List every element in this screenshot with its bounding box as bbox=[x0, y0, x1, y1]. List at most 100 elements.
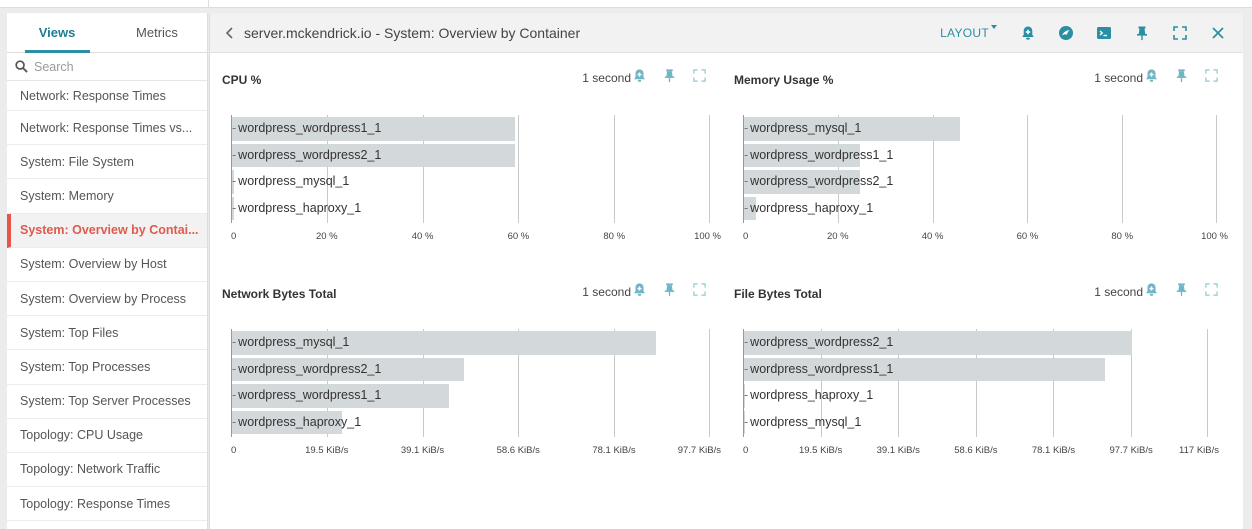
plot-area: 0 19.5 KiB/s 39.1 KiB/s 58.6 KiB/s 78.1 KiB/… bbox=[231, 329, 721, 456]
sidebar-item-system-top-processes[interactable]: System: Top Processes bbox=[7, 350, 207, 385]
x-tick-label: 97.7 KiB/s bbox=[1109, 445, 1153, 456]
grid-line bbox=[709, 115, 710, 223]
chart-title: CPU % bbox=[222, 73, 262, 87]
chart-fullscreen-icon[interactable] bbox=[1204, 68, 1219, 83]
chart-fullscreen-icon[interactable] bbox=[1204, 282, 1219, 297]
grid-line bbox=[709, 329, 710, 437]
sidebar-item-topology-network-traffic[interactable]: Topology: Network Traffic bbox=[7, 453, 207, 488]
plot-area: 0 20 % 40 % 60 % 80 % 100 % wordpress_wordpres… bbox=[231, 115, 721, 242]
sidebar-item-system-file-system[interactable]: System: File System bbox=[7, 145, 207, 180]
fullscreen-icon[interactable] bbox=[1172, 25, 1188, 41]
sidebar-item-topology-response-times[interactable]: Topology: Response Times bbox=[7, 487, 207, 522]
x-tick-label: 60 % bbox=[1016, 231, 1039, 242]
x-tick-label: 100 % bbox=[1201, 231, 1228, 242]
dashboard-header: server.mckendrick.io - System: Overview … bbox=[210, 13, 1243, 53]
bar-label: wordpress_wordpress1_1 bbox=[232, 388, 381, 402]
chart-alert-bell-icon[interactable] bbox=[1144, 282, 1159, 297]
bar-label: wordpress_wordpress1_1 bbox=[744, 148, 893, 162]
terminal-icon[interactable] bbox=[1096, 25, 1112, 41]
x-tick-label: 0 bbox=[743, 445, 749, 456]
alert-bell-icon[interactable] bbox=[1020, 25, 1036, 41]
x-tick-label: 40 % bbox=[411, 231, 434, 242]
interval-selector[interactable]: 1 second bbox=[1094, 285, 1143, 299]
grid-line bbox=[1207, 329, 1208, 437]
top-strip bbox=[0, 0, 1252, 8]
grid-line bbox=[518, 115, 520, 223]
chart-fullscreen-icon[interactable] bbox=[692, 68, 707, 83]
bar-label: wordpress_wordpress1_1 bbox=[232, 121, 381, 135]
chart-alert-bell-icon[interactable] bbox=[1144, 68, 1159, 83]
sidebar-item-system-overview-by-host[interactable]: System: Overview by Host bbox=[7, 248, 207, 282]
grid-line bbox=[614, 115, 616, 223]
search-icon bbox=[15, 60, 28, 73]
x-tick-label: 100 % bbox=[694, 231, 721, 242]
bar-label: wordpress_wordpress2_1 bbox=[744, 174, 893, 188]
grid-line bbox=[1216, 115, 1217, 223]
chart-pin-icon[interactable] bbox=[1174, 282, 1189, 297]
sidebar-item-topology-cpu-usage[interactable]: Topology: CPU Usage bbox=[7, 419, 207, 453]
bar-label: wordpress_haproxy_1 bbox=[744, 388, 873, 402]
x-tick-label: 80 % bbox=[1111, 231, 1134, 242]
x-tick-label: 19.5 KiB/s bbox=[798, 445, 843, 456]
chart-pin-icon[interactable] bbox=[662, 68, 677, 83]
chart-cpu-percent: CPU % 1 second 0 20 % 40 % 60 % 80 % 100 % wordp… bbox=[210, 63, 721, 263]
sysdig-logo-icon[interactable] bbox=[1058, 25, 1074, 41]
chart-pin-icon[interactable] bbox=[1174, 68, 1189, 83]
tab-views[interactable]: Views bbox=[7, 13, 107, 52]
bar-label: wordpress_wordpress2_1 bbox=[744, 335, 893, 349]
x-tick-label: 0 bbox=[743, 231, 749, 242]
grid-line bbox=[1027, 115, 1029, 223]
x-tick-label: 80 % bbox=[603, 231, 626, 242]
interval-selector[interactable]: 1 second bbox=[582, 285, 631, 299]
chart-alert-bell-icon[interactable] bbox=[632, 282, 647, 297]
bar-label: wordpress_wordpress2_1 bbox=[232, 148, 381, 162]
chart-network-bytes-total: Network Bytes Total 1 second 0 19.5 KiB/s 39… bbox=[210, 277, 721, 477]
x-tick-label: 78.1 KiB/s bbox=[1031, 445, 1076, 456]
bar-label: wordpress_mysql_1 bbox=[232, 335, 349, 349]
view-list: Network: Response Times Network: Respons… bbox=[7, 81, 207, 522]
x-tick-label: 20 % bbox=[826, 231, 849, 242]
chart-pin-icon[interactable] bbox=[662, 282, 677, 297]
bar-label: wordpress_mysql_1 bbox=[744, 415, 861, 429]
tab-metrics[interactable]: Metrics bbox=[107, 13, 207, 52]
x-tick-label: 78.1 KiB/s bbox=[592, 445, 636, 456]
bar-label: wordpress_haproxy_1 bbox=[744, 201, 873, 215]
plot-area: 0 19.5 KiB/s 39.1 KiB/s 58.6 KiB/s 78.1 KiB/… bbox=[743, 329, 1219, 456]
x-tick-label: 40 % bbox=[921, 231, 944, 242]
sidebar-item-system-top-files[interactable]: System: Top Files bbox=[7, 316, 207, 351]
back-chevron-icon[interactable] bbox=[225, 26, 235, 40]
bar-label: wordpress_mysql_1 bbox=[232, 174, 349, 188]
chart-fullscreen-icon[interactable] bbox=[692, 282, 707, 297]
chart-title: Memory Usage % bbox=[734, 73, 834, 87]
sidebar: Views Metrics Network: Response Times Ne… bbox=[7, 13, 208, 529]
sidebar-item-network-response-times-vs[interactable]: Network: Response Times vs... bbox=[7, 111, 207, 146]
x-tick-label: 117 KiB/s bbox=[1179, 445, 1219, 456]
x-tick-label: 39.1 KiB/s bbox=[400, 445, 445, 456]
bar-label: wordpress_wordpress2_1 bbox=[232, 362, 381, 376]
interval-selector[interactable]: 1 second bbox=[1094, 71, 1143, 85]
sidebar-item-system-overview-by-container[interactable]: System: Overview by Contai... bbox=[7, 213, 207, 248]
plot-area: 0 20 % 40 % 60 % 80 % 100 % wordpress_mysql_1w… bbox=[743, 115, 1228, 242]
top-strip-divider bbox=[208, 0, 209, 8]
sidebar-item-system-memory[interactable]: System: Memory bbox=[7, 179, 207, 214]
search-input[interactable] bbox=[34, 59, 184, 74]
header-actions: LAYOUT bbox=[940, 13, 1237, 53]
x-tick-label: 60 % bbox=[507, 231, 530, 242]
chart-alert-bell-icon[interactable] bbox=[632, 68, 647, 83]
close-icon[interactable] bbox=[1210, 25, 1226, 41]
sidebar-item-system-top-server-processes[interactable]: System: Top Server Processes bbox=[7, 385, 207, 419]
x-tick-label: 58.6 KiB/s bbox=[496, 445, 540, 456]
pin-icon[interactable] bbox=[1134, 25, 1150, 41]
x-tick-label: 39.1 KiB/s bbox=[876, 445, 920, 456]
chart-title: File Bytes Total bbox=[734, 287, 822, 301]
sidebar-item-system-overview-by-process[interactable]: System: Overview by Process bbox=[7, 282, 207, 317]
bar-label: wordpress_haproxy_1 bbox=[232, 201, 361, 215]
sidebar-tabs: Views Metrics bbox=[7, 13, 207, 53]
layout-dropdown[interactable]: LAYOUT bbox=[940, 25, 997, 40]
x-tick-label: 19.5 KiB/s bbox=[305, 445, 349, 456]
interval-selector[interactable]: 1 second bbox=[582, 71, 631, 85]
grid-line bbox=[1122, 115, 1124, 223]
chart-memory-usage-percent: Memory Usage % 1 second 0 20 % 40 % 60 % 80 % 1… bbox=[722, 63, 1228, 263]
sidebar-item-network-response-times[interactable]: Network: Response Times bbox=[7, 81, 207, 111]
bar-label: wordpress_haproxy_1 bbox=[232, 415, 361, 429]
